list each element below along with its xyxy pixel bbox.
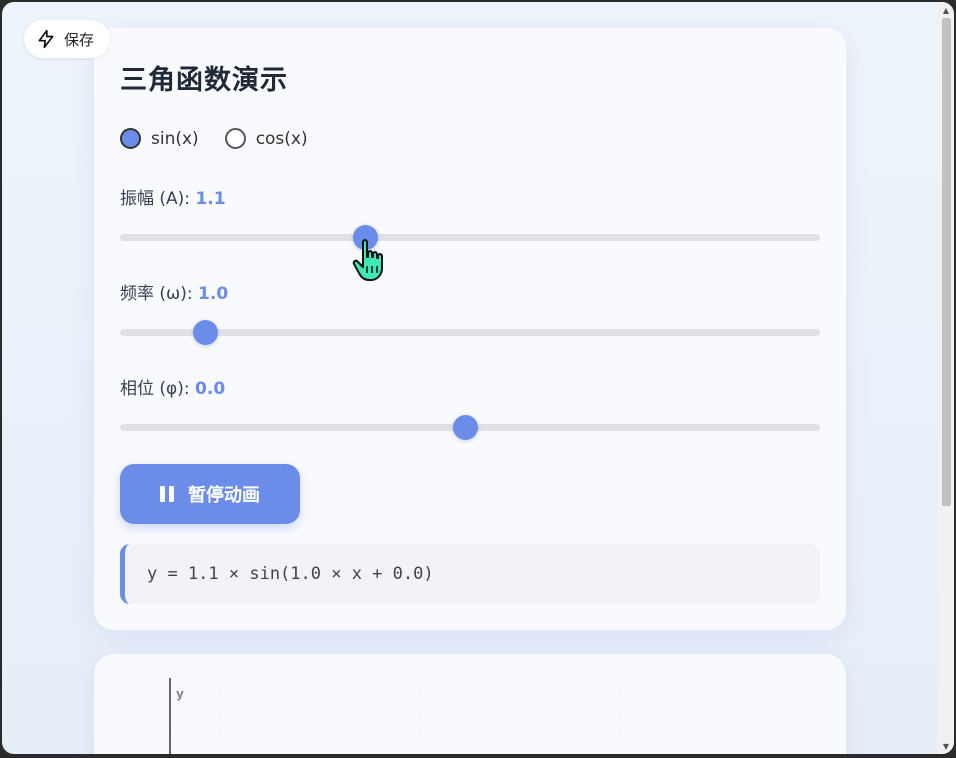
radio-sin-button[interactable] [120, 128, 141, 149]
frequency-value: 1.0 [198, 284, 229, 304]
pause-button-label: 暂停动画 [188, 485, 260, 506]
pause-icon [160, 486, 174, 502]
amplitude-value: 1.1 [195, 189, 226, 209]
function-selector: sin(x) cos(x) [120, 128, 308, 149]
scrollbar[interactable]: ▲ ▼ [938, 2, 954, 754]
radio-cos-button[interactable] [224, 128, 246, 149]
phase-label-text: 相位 (φ): [120, 379, 190, 399]
controls-card: 三角函数演示 sin(x) cos(x) 振幅 (A): 1.1 频率 (ω):… [94, 28, 846, 630]
radio-sin-label: sin(x) [151, 128, 199, 149]
amplitude-slider[interactable] [120, 225, 820, 250]
frequency-slider-thumb[interactable] [193, 320, 219, 345]
page-title: 三角函数演示 [120, 65, 288, 96]
frequency-label-text: 频率 (ω): [120, 284, 193, 304]
amplitude-label: 振幅 (A): 1.1 [120, 184, 226, 209]
scrollbar-thumb[interactable] [942, 18, 951, 506]
scroll-down-arrow-icon[interactable]: ▼ [938, 738, 954, 754]
phase-slider-thumb[interactable] [453, 415, 479, 440]
browser-window: 保存 三角函数演示 sin(x) cos(x) 振幅 (A): 1.1 频率 (… [2, 2, 954, 754]
y-axis-label: y [176, 687, 184, 701]
radio-cos[interactable]: cos(x) [224, 128, 308, 149]
frequency-slider[interactable] [120, 320, 820, 345]
phase-value: 0.0 [195, 379, 226, 399]
frequency-label: 频率 (ω): 1.0 [120, 279, 228, 304]
formula-display: y = 1.1 × sin(1.0 × x + 0.0) [120, 544, 820, 604]
hand-cursor-icon [352, 239, 383, 281]
chart-canvas: y [120, 678, 820, 754]
lightning-icon [38, 29, 54, 49]
phase-slider[interactable] [120, 415, 820, 440]
save-button[interactable]: 保存 [24, 20, 111, 58]
radio-cos-label: cos(x) [255, 128, 308, 149]
save-label: 保存 [64, 30, 95, 49]
amplitude-label-text: 振幅 (A): [120, 189, 191, 209]
phase-label: 相位 (φ): 0.0 [120, 374, 225, 399]
pause-animation-button[interactable]: 暂停动画 [120, 464, 300, 524]
scroll-up-arrow-icon[interactable]: ▲ [938, 2, 954, 18]
chart-card: y [94, 654, 846, 754]
radio-sin[interactable]: sin(x) [120, 128, 199, 149]
chart-grid [120, 678, 820, 754]
